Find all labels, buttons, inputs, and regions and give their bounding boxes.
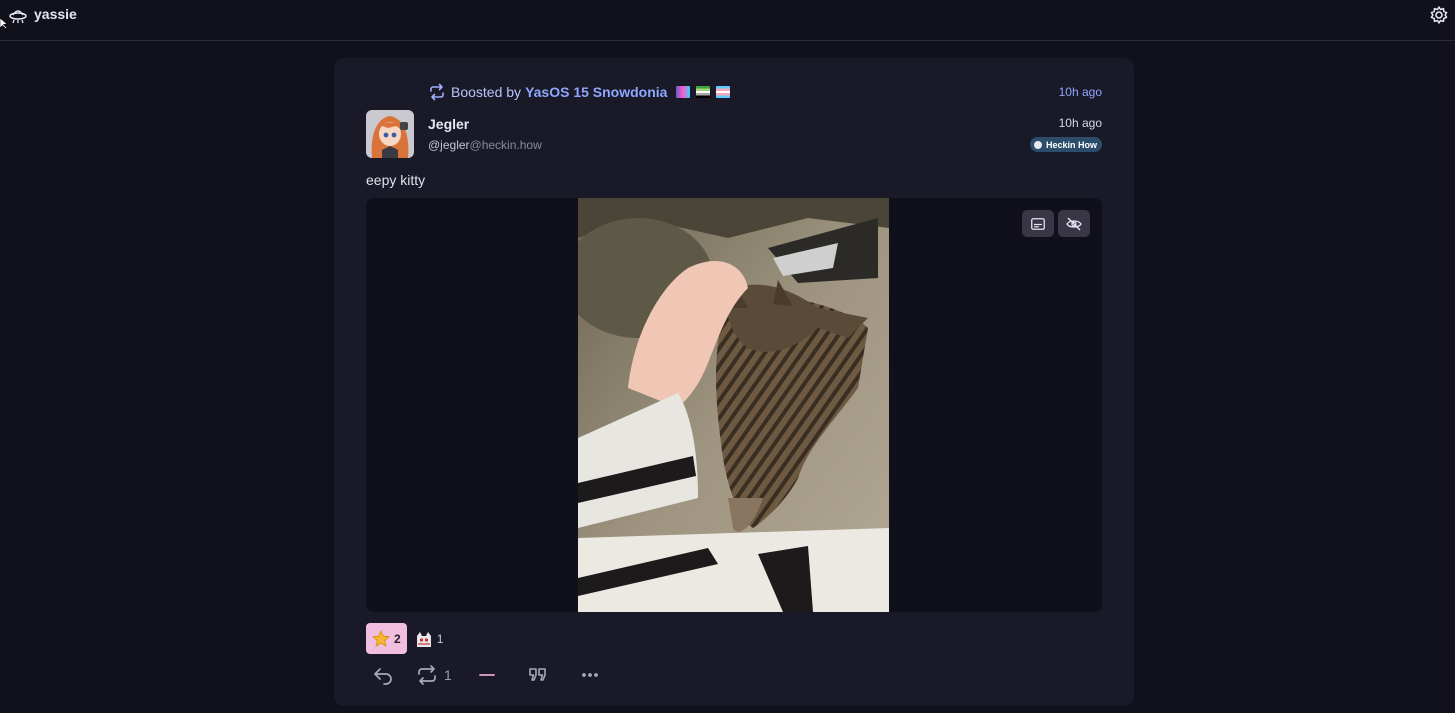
reactions-bar: 2 1: [366, 623, 449, 654]
instance-icon: [1033, 140, 1042, 149]
trans-flag-icon: [716, 86, 731, 98]
boost-prefix: Boosted by: [451, 84, 522, 100]
boost-timestamp[interactable]: 10h ago: [1059, 85, 1102, 99]
hide-media-button[interactable]: [1058, 210, 1090, 237]
author-username: @jegler: [428, 138, 470, 152]
custom-emoji-icon: [676, 86, 691, 98]
avatar-image: [366, 110, 414, 158]
author-handle[interactable]: @jegler@heckin.how: [428, 138, 542, 152]
reply-icon: [374, 668, 392, 685]
author-avatar[interactable]: [366, 110, 414, 158]
neocat-emoji-icon: [416, 631, 431, 647]
reaction-neocat[interactable]: 1: [411, 623, 450, 654]
star-emoji-icon: [372, 629, 390, 647]
boost-repeat-icon: [430, 83, 444, 101]
like-button[interactable]: [476, 664, 498, 686]
aromantic-flag-icon: [696, 86, 711, 98]
ufo-logo-icon[interactable]: [8, 5, 28, 25]
author-domain: @heckin.how: [469, 138, 542, 152]
reaction-star-count: 2: [394, 631, 401, 646]
post-content: eepy kitty: [366, 172, 426, 188]
eye-off-icon: [1066, 217, 1082, 230]
more-options-button[interactable]: [579, 664, 601, 686]
instance-badge[interactable]: Heckin How: [1029, 137, 1102, 152]
settings-gear-icon[interactable]: [1429, 5, 1449, 25]
top-bar: yassie: [0, 0, 1455, 41]
more-icon: [581, 673, 598, 677]
boost-button[interactable]: 1: [416, 664, 452, 686]
booster-name-link[interactable]: YasOS 15 Snowdonia: [525, 84, 667, 100]
kitten-photo[interactable]: [578, 198, 889, 612]
author-display-name[interactable]: Jegler: [428, 116, 469, 132]
boost-icon: [418, 665, 436, 685]
reply-button[interactable]: [372, 664, 394, 686]
media-attachment[interactable]: [366, 198, 1102, 612]
boost-header: Boosted by YasOS 15 Snowdonia: [428, 82, 731, 102]
post-timestamp[interactable]: 10h ago: [1059, 116, 1102, 130]
quote-icon: [528, 668, 546, 681]
caption-icon: [1031, 217, 1045, 230]
mouse-cursor-icon: [0, 18, 8, 30]
post-actions: 1: [372, 664, 601, 686]
account-name[interactable]: yassie: [34, 6, 77, 22]
boost-count: 1: [444, 667, 452, 683]
reaction-star[interactable]: 2: [366, 623, 407, 654]
quote-button[interactable]: [527, 664, 549, 686]
minus-icon: [478, 674, 495, 676]
alt-text-button[interactable]: [1022, 210, 1054, 237]
post-card[interactable]: Boosted by YasOS 15 Snowdonia 10h ago Je…: [334, 58, 1134, 706]
instance-name: Heckin How: [1045, 139, 1097, 150]
reaction-neocat-count: 1: [436, 631, 444, 646]
